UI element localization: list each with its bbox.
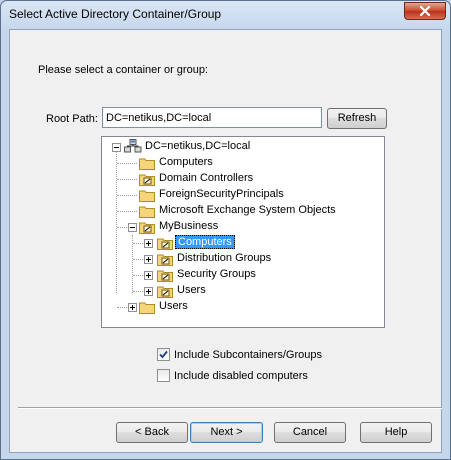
expand-toggle[interactable] [144, 271, 153, 280]
expand-toggle[interactable] [144, 255, 153, 264]
ou-folder-icon [139, 174, 155, 186]
root-path-label: Root Path: [46, 113, 98, 125]
button-separator [18, 407, 442, 409]
tree-item-label: Computers [175, 235, 235, 249]
tree-connector [117, 227, 127, 228]
tree-item[interactable]: Users [102, 283, 382, 299]
dialog-window: Select Active Directory Container/Group … [0, 0, 451, 460]
tree-connector [117, 211, 137, 212]
tree-item-label: Domain Controllers [159, 172, 254, 184]
root-path-input[interactable] [102, 107, 322, 128]
prompt-text: Please select a container or group: [38, 64, 208, 76]
tree-item[interactable]: MyBusiness [102, 219, 382, 235]
next-button[interactable]: Next > [190, 422, 263, 443]
tree-connector [117, 195, 137, 196]
ou-folder-icon [157, 286, 173, 298]
ou-folder-icon [157, 270, 173, 282]
tree-connector [117, 179, 137, 180]
window-title: Select Active Directory Container/Group [9, 7, 222, 21]
tree-connector [117, 163, 137, 164]
tree-item-label: ForeignSecurityPrincipals [159, 188, 284, 200]
tree-item[interactable]: Users [102, 299, 382, 315]
tree-item-label: Distribution Groups [177, 252, 272, 264]
close-icon [419, 6, 431, 17]
tree-item[interactable]: Security Groups [102, 267, 382, 283]
folder-icon [139, 158, 155, 170]
tree-item[interactable]: ForeignSecurityPrincipals [102, 187, 382, 203]
container-tree[interactable]: DC=netikus,DC=local Computers Domain Con… [101, 136, 385, 328]
folder-icon [139, 302, 155, 314]
collapse-toggle[interactable] [128, 223, 137, 232]
folder-icon [139, 190, 155, 202]
tree-item-selected[interactable]: Computers [102, 235, 382, 251]
tree-item-label: Microsoft Exchange System Objects [159, 204, 336, 216]
include-disabled-checkbox[interactable] [157, 369, 170, 382]
ou-folder-icon [157, 238, 173, 250]
cancel-button[interactable]: Cancel [274, 422, 346, 443]
tree-item-root[interactable]: DC=netikus,DC=local [102, 139, 382, 155]
domain-icon [124, 139, 142, 153]
title-bar[interactable]: Select Active Directory Container/Group [1, 1, 450, 29]
checkmark-icon [159, 350, 168, 359]
dialog-client-area: Please select a container or group: Root… [9, 29, 442, 453]
tree-item-label: DC=netikus,DC=local [145, 140, 251, 152]
expand-toggle[interactable] [128, 303, 137, 312]
tree-item[interactable]: Computers [102, 155, 382, 171]
tree-item-label: MyBusiness [159, 220, 219, 232]
expand-toggle[interactable] [144, 239, 153, 248]
close-button[interactable] [404, 2, 446, 20]
help-button[interactable]: Help [360, 422, 432, 443]
include-subcontainers-checkbox[interactable] [157, 348, 170, 361]
folder-icon [139, 206, 155, 218]
include-disabled-label[interactable]: Include disabled computers [174, 370, 308, 382]
expand-toggle[interactable] [144, 287, 153, 296]
tree-item[interactable]: Distribution Groups [102, 251, 382, 267]
tree-item-label: Security Groups [177, 268, 256, 280]
tree-item-label: Users [177, 284, 206, 296]
tree-item-label: Computers [159, 156, 213, 168]
collapse-toggle[interactable] [112, 143, 121, 152]
ou-folder-icon [157, 254, 173, 266]
tree-item[interactable]: Microsoft Exchange System Objects [102, 203, 382, 219]
back-button[interactable]: < Back [116, 422, 188, 443]
ou-folder-icon [139, 222, 155, 234]
tree-item[interactable]: Domain Controllers [102, 171, 382, 187]
tree-item-label: Users [159, 300, 188, 312]
refresh-button[interactable]: Refresh [327, 108, 387, 129]
include-subcontainers-label[interactable]: Include Subcontainers/Groups [174, 349, 322, 361]
